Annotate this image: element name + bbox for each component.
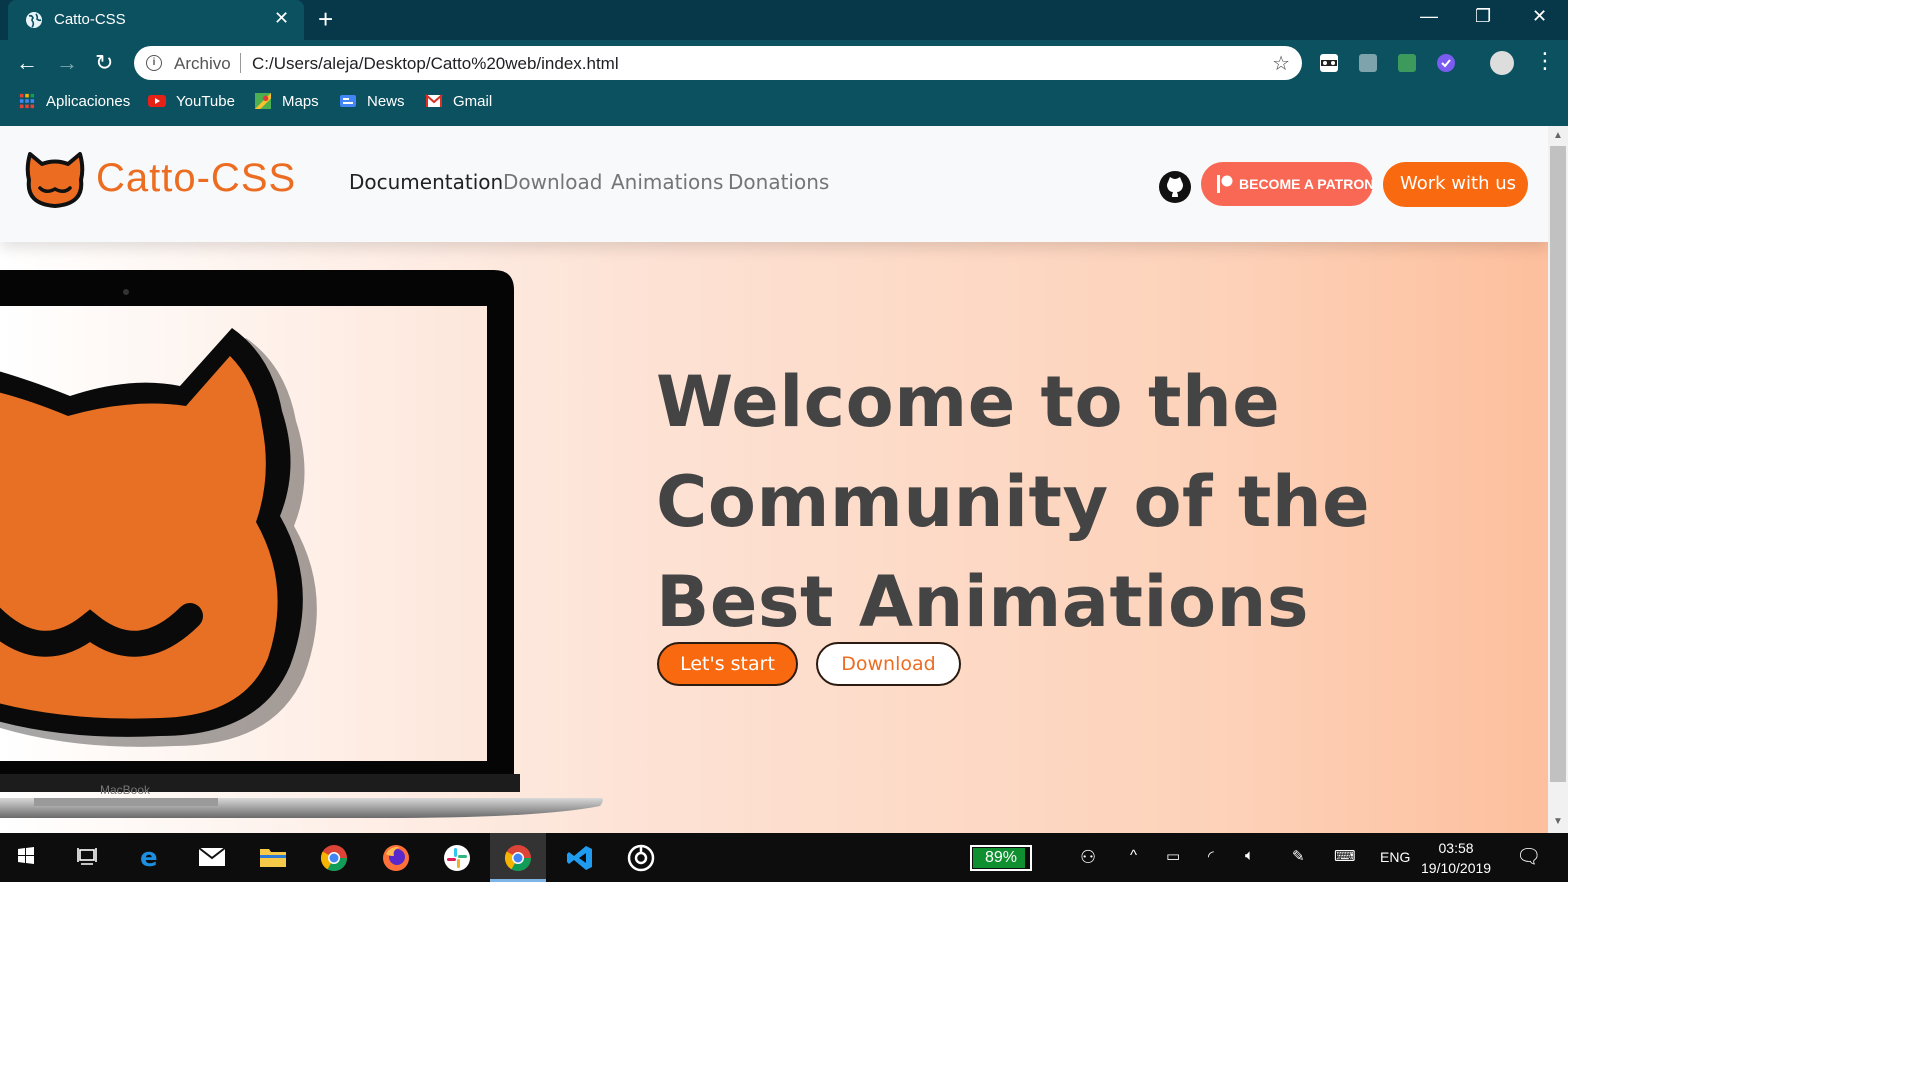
firefox-taskbar-icon[interactable]	[368, 833, 424, 882]
page-scrollbar[interactable]: ▲ ▼	[1548, 126, 1568, 833]
chrome-taskbar-icon[interactable]	[306, 833, 362, 882]
nav-animations[interactable]: Animations	[611, 170, 723, 194]
hero-line-2: Community of the	[656, 461, 1371, 543]
nav-download[interactable]: Download	[503, 170, 602, 194]
bookmark-label: Aplicaciones	[46, 93, 131, 110]
keyboard-icon[interactable]: ⌨	[1334, 847, 1356, 865]
hero-heading: Welcome to the Community of the Best Ani…	[656, 352, 1436, 652]
scroll-down-arrow-icon[interactable]: ▼	[1553, 816, 1563, 827]
maps-icon	[255, 93, 271, 109]
tray-chevron-up-icon[interactable]: ^	[1130, 847, 1137, 864]
github-icon[interactable]	[1158, 170, 1192, 204]
bookmarks-bar: Aplicaciones YouTube Maps News Gmail	[0, 88, 1568, 116]
extension-chart-icon[interactable]	[1398, 54, 1416, 72]
hero-line-3: Best Animations	[656, 561, 1310, 643]
edge-taskbar-icon[interactable]: e	[123, 833, 179, 882]
globe-icon	[26, 12, 42, 28]
extension-check-icon[interactable]	[1437, 54, 1455, 72]
browser-menu-icon[interactable]: ⋮	[1534, 50, 1556, 72]
wifi-icon[interactable]: ◜	[1208, 847, 1214, 865]
lets-start-button[interactable]: Let's start	[657, 642, 798, 686]
back-arrow-icon[interactable]: ←	[16, 52, 38, 74]
bookmark-label: Gmail	[453, 93, 493, 110]
people-icon[interactable]: ⚇	[1080, 847, 1096, 868]
forward-arrow-icon[interactable]: →	[56, 52, 78, 74]
profile-avatar[interactable]	[1490, 51, 1514, 75]
tab-close-icon[interactable]: ✕	[274, 8, 289, 29]
hero-download-button[interactable]: Download	[816, 642, 961, 686]
site-navbar: Catto-CSS Documentation Download Animati…	[0, 126, 1548, 242]
extension-page-icon[interactable]	[1359, 54, 1377, 72]
task-view-icon	[77, 848, 97, 865]
work-label: Work with us	[1400, 173, 1516, 194]
tab-strip: Catto-CSS ✕ + — ❐ ✕	[0, 0, 1568, 40]
become-patron-button[interactable]: BECOME A PATRON	[1201, 162, 1375, 206]
patron-label: BECOME A PATRON	[1239, 176, 1375, 192]
windows-logo-icon	[18, 847, 34, 864]
minimize-button[interactable]: —	[1420, 6, 1438, 27]
task-view-button[interactable]	[61, 833, 117, 882]
laptop-label: MacBook	[100, 783, 151, 797]
restore-button[interactable]: ❐	[1475, 6, 1491, 27]
svg-text:e: e	[140, 844, 158, 870]
pen-icon[interactable]: ✎	[1292, 847, 1305, 865]
clock-time: 03:58	[1438, 840, 1474, 856]
vscode-taskbar-icon[interactable]	[552, 833, 608, 882]
browser-chrome: Catto-CSS ✕ + — ❐ ✕ ← → ↻ i Archivo C:/U…	[0, 0, 1568, 126]
reload-icon[interactable]: ↻	[95, 52, 113, 74]
bookmark-label: YouTube	[176, 93, 235, 110]
start-button[interactable]	[0, 833, 56, 882]
new-tab-button[interactable]: +	[318, 6, 333, 32]
omnibox-divider	[240, 53, 241, 73]
browser-toolbar: ← → ↻ i Archivo C:/Users/aleja/Desktop/C…	[0, 40, 1568, 86]
file-explorer-icon[interactable]	[245, 833, 301, 882]
url-text[interactable]: C:/Users/aleja/Desktop/Catto%20web/index…	[252, 54, 619, 74]
close-window-button[interactable]: ✕	[1532, 6, 1547, 27]
youtube-icon	[148, 95, 166, 107]
apps-grid-icon	[19, 93, 35, 109]
news-icon	[340, 95, 356, 107]
web-page: Catto-CSS Documentation Download Animati…	[0, 126, 1548, 833]
brand-name[interactable]: Catto-CSS	[96, 156, 296, 201]
info-icon[interactable]: i	[146, 55, 162, 71]
battery-indicator[interactable]: 89%	[970, 845, 1032, 871]
hero-line-1: Welcome to the	[656, 361, 1281, 443]
obs-taskbar-icon[interactable]	[613, 833, 669, 882]
scrollbar-thumb[interactable]	[1550, 146, 1566, 782]
slack-taskbar-icon[interactable]	[429, 833, 485, 882]
language-indicator[interactable]: ENG	[1380, 849, 1410, 865]
laptop-illustration: MacBook	[0, 270, 603, 818]
cat-logo-icon[interactable]	[24, 148, 86, 210]
bookmark-star-icon[interactable]: ☆	[1272, 51, 1290, 76]
gmail-icon	[425, 94, 443, 107]
work-with-us-button[interactable]: Work with us	[1383, 162, 1528, 207]
clock-date: 19/10/2019	[1421, 860, 1492, 876]
bookmark-label: News	[367, 93, 405, 110]
system-clock[interactable]: 03:58 19/10/2019	[1421, 838, 1491, 878]
windows-taskbar: e 89% ⚇ ^ ▭ ◜ 🔈︎ ✎ ⌨ ENG 03:58 19/10/201…	[0, 833, 1568, 882]
notifications-icon[interactable]: 🗨︎	[1516, 844, 1541, 869]
battery-icon[interactable]: ▭	[1166, 847, 1180, 865]
cat-face-icon	[0, 328, 317, 747]
browser-tab[interactable]: Catto-CSS ✕	[8, 0, 304, 40]
scheme-label: Archivo	[174, 54, 231, 73]
volume-icon[interactable]: 🔈︎	[1245, 847, 1254, 864]
chrome-active-taskbar-icon[interactable]	[490, 833, 546, 882]
extension-mask-icon[interactable]	[1320, 54, 1338, 72]
battery-percent: 89%	[985, 849, 1018, 866]
bookmark-label: Maps	[282, 93, 319, 110]
nav-donations[interactable]: Donations	[728, 170, 829, 194]
patreon-icon	[1217, 175, 1233, 193]
scroll-up-arrow-icon[interactable]: ▲	[1553, 130, 1563, 141]
address-bar[interactable]: i Archivo C:/Users/aleja/Desktop/Catto%2…	[134, 46, 1302, 80]
tab-title: Catto-CSS	[54, 11, 126, 28]
mail-taskbar-icon[interactable]	[184, 833, 240, 882]
nav-documentation[interactable]: Documentation	[349, 170, 503, 194]
